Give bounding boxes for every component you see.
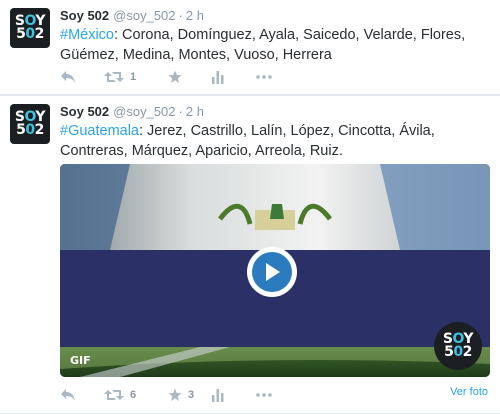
tweet-header: Soy 502 @soy_502 · 2 h [60,8,204,23]
favorite-button[interactable]: 3 [168,388,212,402]
tweet[interactable]: SOY 502 Soy 502 @soy_502 · 2 h #México: Cor… [0,0,500,95]
gif-media[interactable]: GIF SOY 502 [60,164,490,377]
retweet-count: 6 [130,389,137,401]
user-handle[interactable]: @soy_502 [113,104,175,119]
tweet-actions: 6 3 [60,385,286,405]
analytics-icon [212,70,224,84]
avatar[interactable]: SOY 502 [10,104,50,144]
star-icon [168,388,182,401]
play-icon [266,263,280,281]
more-icon [256,393,272,397]
analytics-button[interactable] [212,388,256,402]
retweet-icon [104,72,124,82]
play-button[interactable] [247,247,297,297]
more-icon [256,75,272,79]
hashtag-link[interactable]: #Guatemala [60,123,139,139]
more-button[interactable] [256,75,286,79]
gif-badge: GIF [70,354,91,367]
view-photo-link[interactable]: Ver foto [450,386,488,398]
tweet-text: #Guatemala: Jerez, Castrillo, Lalín, Lóp… [60,123,435,159]
analytics-icon [212,388,224,402]
retweet-button[interactable]: 6 [104,388,168,402]
tweet-text: #México: Corona, Domínguez, Ayala, Saice… [60,27,466,63]
avatar[interactable]: SOY 502 [10,8,50,48]
reply-button[interactable] [60,388,104,402]
hashtag-link[interactable]: #México [60,27,114,43]
retweet-count: 1 [130,71,137,83]
tweet-time[interactable]: 2 h [186,104,204,119]
reply-icon [61,389,75,401]
user-handle[interactable]: @soy_502 [113,8,175,23]
reply-icon [61,71,75,83]
star-icon [168,70,182,83]
analytics-button[interactable] [212,70,256,84]
reply-button[interactable] [60,70,104,84]
user-name[interactable]: Soy 502 [60,104,109,119]
more-button[interactable] [256,393,286,397]
favorite-count: 3 [188,389,195,401]
watermark-logo: SOY 502 [434,322,482,370]
favorite-button[interactable] [168,70,212,84]
tweet-header: Soy 502 @soy_502 · 2 h [60,104,204,119]
tweet-time[interactable]: 2 h [186,8,204,23]
tweet[interactable]: SOY 502 Soy 502 @soy_502 · 2 h #Guatemala: … [0,96,500,414]
retweet-icon [104,390,124,400]
retweet-button[interactable]: 1 [104,70,168,84]
tweet-actions: 1 [60,67,286,87]
user-name[interactable]: Soy 502 [60,8,109,23]
